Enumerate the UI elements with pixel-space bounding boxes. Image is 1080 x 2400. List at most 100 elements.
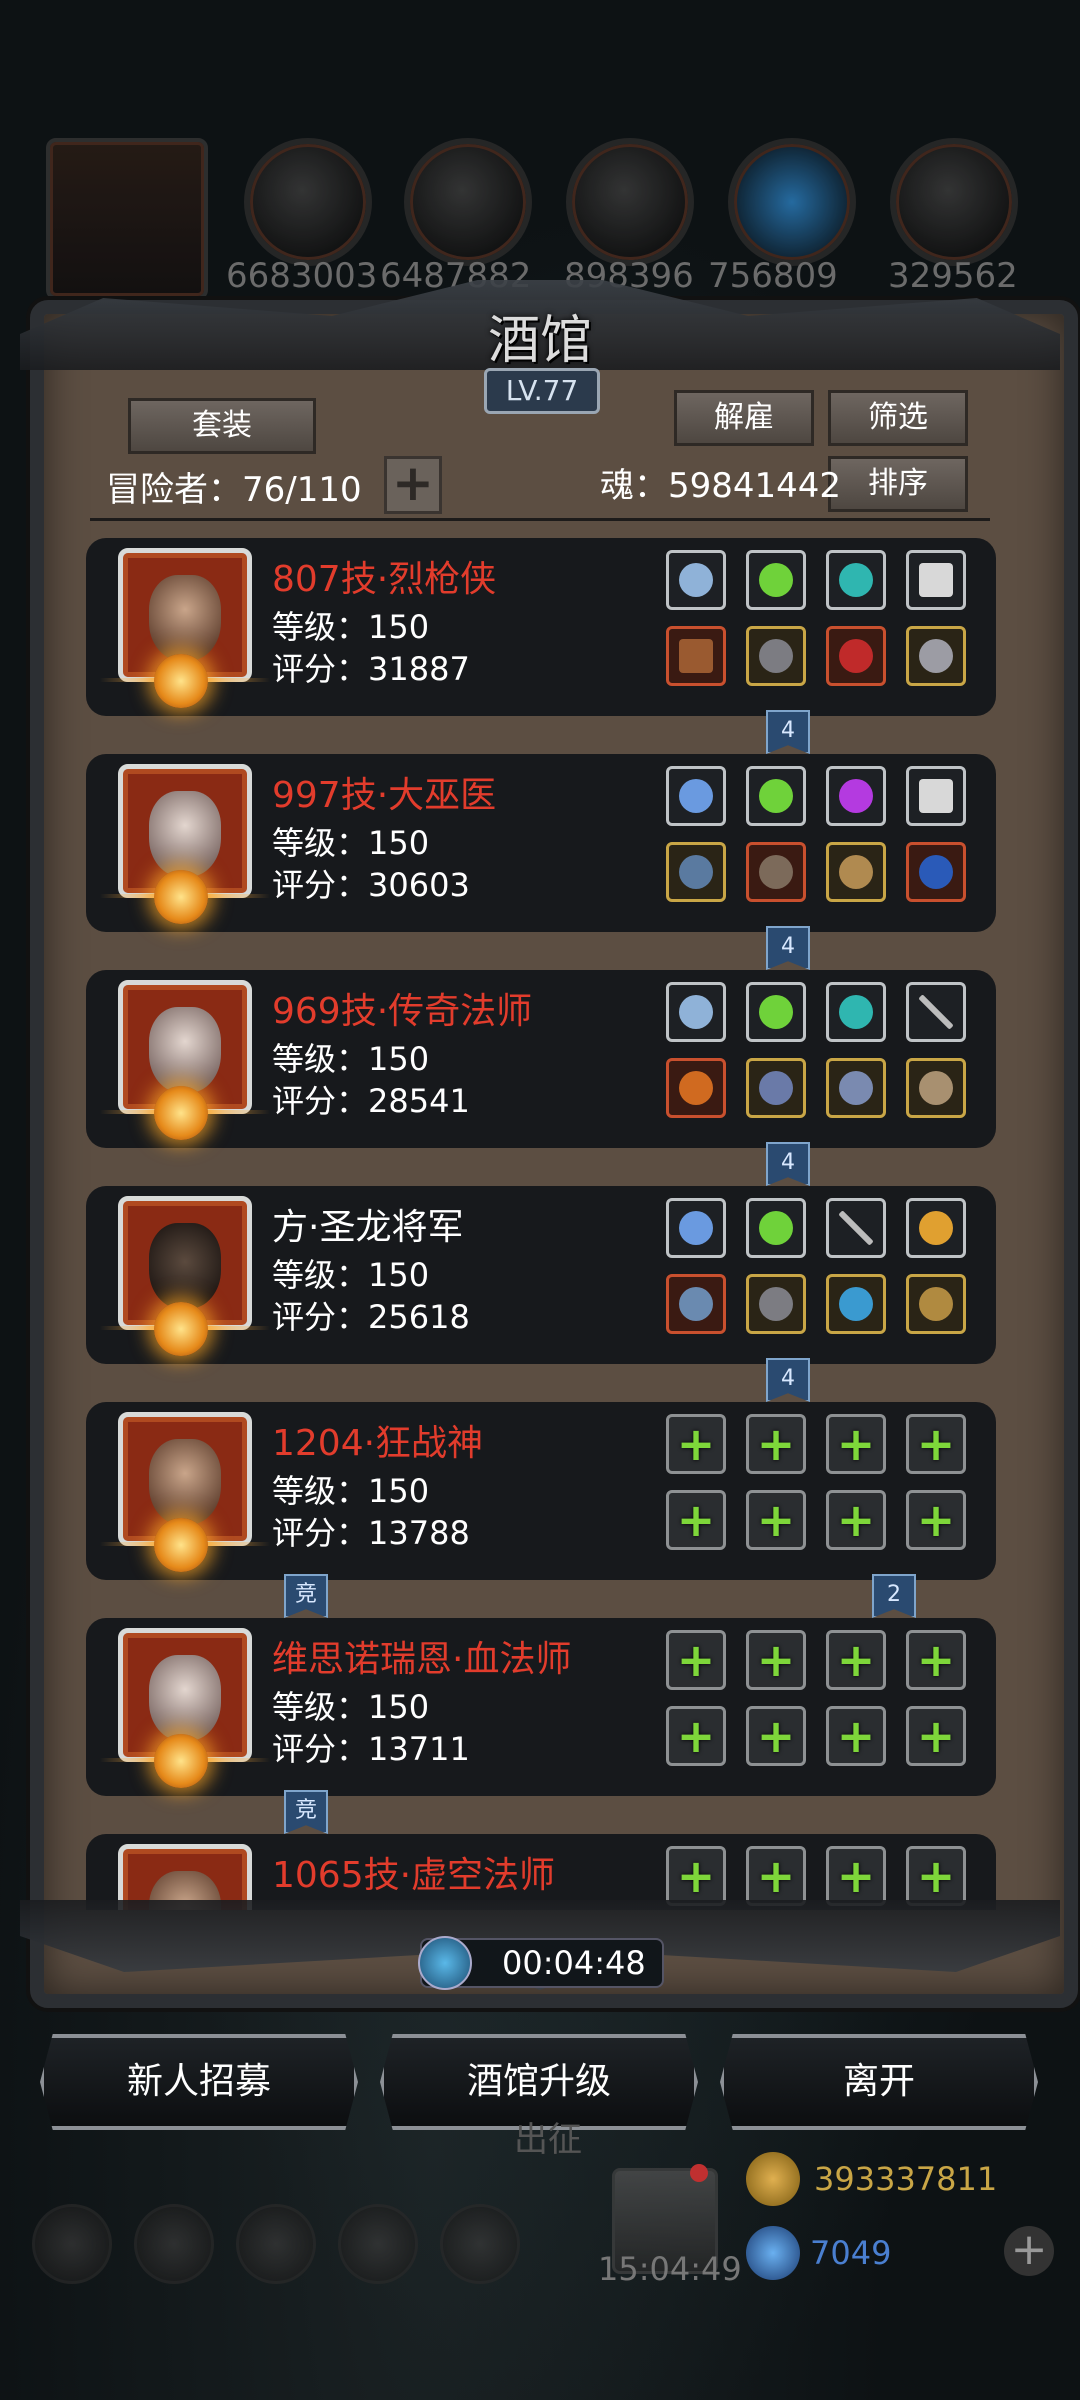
green-totem-icon[interactable] (746, 982, 806, 1042)
adventurer-list[interactable]: 807技·烈枪侠 等级：150 评分：31887 4 997技·大巫医 等级：1… (86, 538, 1016, 1910)
hero-level: 等级：150 (272, 1472, 430, 1510)
spider-icon[interactable] (906, 1274, 966, 1334)
empty-slot-add-icon[interactable] (746, 1414, 806, 1474)
sword-icon[interactable] (826, 1198, 886, 1258)
set-button[interactable]: 套装 (128, 398, 316, 454)
wand-icon (839, 1071, 873, 1105)
iron-resource-icon[interactable] (890, 138, 1018, 266)
armor-icon[interactable] (746, 842, 806, 902)
wings-icon[interactable] (666, 550, 726, 610)
mail-icon[interactable] (338, 2204, 418, 2284)
hero-name: 997技·大巫医 (272, 775, 497, 816)
demon-helm-icon[interactable] (826, 626, 886, 686)
green-totem-icon[interactable] (746, 550, 806, 610)
sword-icon[interactable] (906, 982, 966, 1042)
empty-slot-add-icon[interactable] (906, 1706, 966, 1766)
wood-resource-icon[interactable] (404, 138, 532, 266)
spider-icon (919, 1287, 953, 1321)
gem-amount: 7049 (810, 2234, 892, 2272)
empty-slot-add-icon[interactable] (746, 1490, 806, 1550)
hero-score: 评分：28541 (272, 1082, 470, 1120)
adventurer-row[interactable]: 1065技·虚空法师 (86, 1834, 996, 1910)
add-currency-button[interactable]: + (1004, 2226, 1054, 2276)
dismiss-button[interactable]: 解雇 (674, 390, 814, 446)
wand-icon[interactable] (826, 1058, 886, 1118)
empty-slot-add-icon[interactable] (826, 1414, 886, 1474)
fire-staff-icon[interactable] (666, 1058, 726, 1118)
empty-slot-add-icon[interactable] (826, 1846, 886, 1906)
crystal-resource-icon[interactable] (728, 138, 856, 266)
halberd-icon[interactable] (666, 1274, 726, 1334)
armor-icon[interactable] (746, 1058, 806, 1118)
rank-emblem-icon (154, 1734, 208, 1788)
teal-stone-icon (839, 995, 873, 1029)
wings-icon[interactable] (666, 982, 726, 1042)
green-totem-icon (759, 995, 793, 1029)
empty-slot-add-icon[interactable] (666, 1846, 726, 1906)
ranking-icon[interactable] (440, 2204, 520, 2284)
hero-face (149, 1655, 221, 1741)
empty-slot-add-icon[interactable] (826, 1630, 886, 1690)
club-icon[interactable] (826, 842, 886, 902)
green-totem-icon[interactable] (746, 1198, 806, 1258)
adventurer-row[interactable]: 1204·狂战神 等级：150 评分：13788 (86, 1402, 996, 1580)
gold-coin-icon (746, 2152, 800, 2206)
stone-resource-icon[interactable] (566, 138, 694, 266)
empty-slot-add-icon[interactable] (746, 1706, 806, 1766)
rank-emblem-icon (154, 1518, 208, 1572)
blue-wings-icon[interactable] (666, 1198, 726, 1258)
settings-icon[interactable] (32, 2204, 112, 2284)
armor-icon[interactable] (746, 1274, 806, 1334)
adventurer-row[interactable]: 方·圣龙将军 等级：150 评分：25618 (86, 1186, 996, 1364)
purple-gem-icon (839, 779, 873, 813)
adventurer-row[interactable]: 维思诺瑞恩·血法师 等级：150 评分：13711 (86, 1618, 996, 1796)
purple-gem-icon[interactable] (826, 766, 886, 826)
achievement-icon[interactable] (134, 2204, 214, 2284)
adventurer-row[interactable]: 969技·传奇法师 等级：150 评分：28541 (86, 970, 996, 1148)
empty-slot-add-icon[interactable] (666, 1490, 726, 1550)
empty-slot-add-icon[interactable] (666, 1706, 726, 1766)
scroll-icon[interactable] (906, 550, 966, 610)
rifle-icon[interactable] (666, 626, 726, 686)
teal-stone-icon[interactable] (826, 550, 886, 610)
green-totem-icon[interactable] (746, 766, 806, 826)
hero-face (149, 575, 221, 661)
meat-resource-icon[interactable] (244, 138, 372, 266)
empty-slot-add-icon[interactable] (906, 1490, 966, 1550)
blue-wings-icon (679, 779, 713, 813)
teal-stone-icon[interactable] (826, 982, 886, 1042)
staff-icon[interactable] (666, 842, 726, 902)
filter-button[interactable]: 筛选 (828, 390, 968, 446)
guild-icon[interactable] (236, 2204, 316, 2284)
blue-wings-icon[interactable] (666, 766, 726, 826)
blue-ring-icon[interactable] (826, 1274, 886, 1334)
empty-slot-add-icon[interactable] (906, 1414, 966, 1474)
ring-icon[interactable] (906, 626, 966, 686)
gem-count-tag: 4 (766, 926, 810, 970)
recruit-button[interactable]: 新人招募 (40, 2034, 358, 2130)
adventurer-row[interactable]: 807技·烈枪侠 等级：150 评分：31887 (86, 538, 996, 716)
empty-slot-add-icon[interactable] (826, 1490, 886, 1550)
hero-avatar-slot[interactable] (46, 138, 208, 300)
empty-slot-add-icon[interactable] (746, 1630, 806, 1690)
empty-slot-add-icon[interactable] (666, 1414, 726, 1474)
armor-icon (759, 639, 793, 673)
armor-icon (759, 1287, 793, 1321)
add-capacity-button[interactable]: + (384, 456, 442, 514)
leave-button[interactable]: 离开 (720, 2034, 1038, 2130)
armor-icon[interactable] (746, 626, 806, 686)
empty-slot-add-icon[interactable] (666, 1630, 726, 1690)
empty-slot-add-icon[interactable] (746, 1846, 806, 1906)
sort-button[interactable]: 排序 (828, 456, 968, 512)
empty-slot-add-icon[interactable] (826, 1706, 886, 1766)
amulet-icon[interactable] (906, 1058, 966, 1118)
empty-slot-add-icon[interactable] (906, 1846, 966, 1906)
rank-emblem-icon (154, 654, 208, 708)
empty-slot-add-icon[interactable] (906, 1630, 966, 1690)
notification-dot (690, 2164, 708, 2182)
lantern-icon[interactable] (906, 1198, 966, 1258)
sword-icon (838, 1210, 874, 1246)
adventurer-row[interactable]: 997技·大巫医 等级：150 评分：30603 (86, 754, 996, 932)
blue-orb-icon[interactable] (906, 842, 966, 902)
scroll-icon[interactable] (906, 766, 966, 826)
